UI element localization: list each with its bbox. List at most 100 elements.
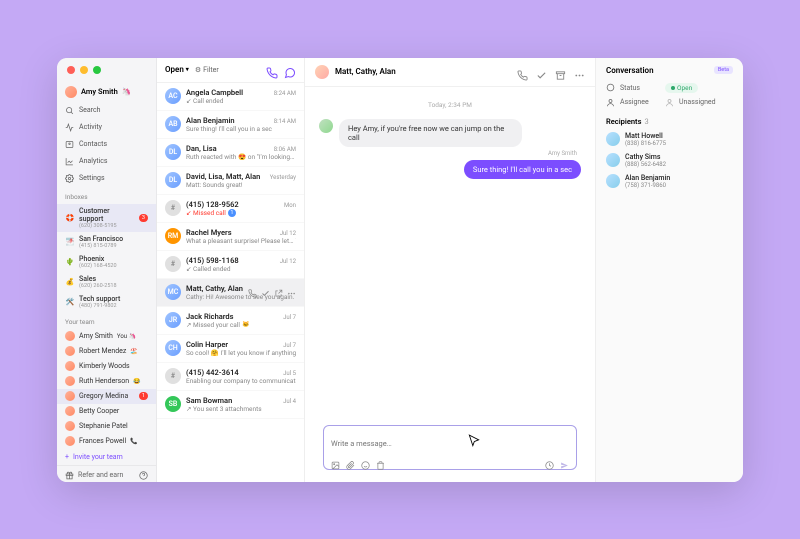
inbox-sub: (620) 260-2518: [79, 283, 148, 289]
inbox-name: Tech support: [79, 295, 148, 303]
recipient-name: Matt Howell: [625, 132, 666, 140]
conversation-item[interactable]: # (415) 128-9562 Mon ↙ Missed call 1: [157, 195, 304, 223]
inbox-icon: 🌵: [65, 257, 75, 267]
nav-contacts[interactable]: Contacts: [57, 136, 156, 153]
conv-name: Angela Campbell: [186, 88, 243, 97]
team-member[interactable]: Stephanie Patel: [57, 419, 156, 434]
conv-avatar: SB: [165, 396, 181, 412]
inbox-item[interactable]: 🛠️ Tech support (480) 791-9802: [57, 292, 156, 312]
recipient-item[interactable]: Matt Howell (838) 816-6775: [606, 132, 733, 147]
team-status: 📞: [130, 438, 137, 445]
team-name: Betty Cooper: [79, 407, 119, 415]
send-icon[interactable]: [560, 455, 569, 464]
refer-earn[interactable]: Refer and earn: [65, 471, 123, 480]
refer-label: Refer and earn: [78, 471, 123, 479]
nav-activity[interactable]: Activity: [57, 119, 156, 136]
conv-time: Jul 7: [283, 342, 296, 349]
recipient-name: Cathy Sims: [625, 153, 666, 161]
avatar: [65, 86, 77, 98]
conversation-item[interactable]: SB Sam Bowman Jul 4 ↗ You sent 3 attachm…: [157, 391, 304, 419]
conv-avatar: MC: [165, 284, 181, 300]
filter-button[interactable]: ⚙ Filter: [195, 66, 219, 74]
conversation-item[interactable]: JR Jack Richards Jul 7 ↗ Missed your cal…: [157, 307, 304, 335]
image-icon[interactable]: [331, 455, 340, 464]
nav-settings[interactable]: Settings: [57, 170, 156, 187]
status-label: Status: [620, 84, 660, 92]
avatar: [65, 376, 75, 386]
assignee-value[interactable]: Unassigned: [679, 98, 716, 106]
share-icon[interactable]: [274, 283, 283, 292]
mark-done-icon[interactable]: [536, 66, 547, 77]
inbox-item[interactable]: 💰 Sales (620) 260-2518: [57, 272, 156, 292]
status-pill[interactable]: Open: [665, 83, 698, 93]
conversation-item[interactable]: AC Angela Campbell 8:24 AM ↙ Call ended: [157, 83, 304, 111]
window-traffic-lights[interactable]: [67, 66, 101, 74]
invite-team[interactable]: + Invite your team: [57, 449, 156, 465]
conv-time: Jul 4: [283, 398, 296, 405]
unread-badge: 3: [139, 214, 148, 222]
check-icon[interactable]: [261, 283, 270, 292]
chat-title: Matt, Cathy, Alan: [335, 67, 396, 76]
team-member[interactable]: Frances Powell 📞: [57, 434, 156, 449]
conv-name: Matt, Cathy, Alan: [186, 284, 243, 293]
list-header: Open ▾ ⚙ Filter: [157, 58, 304, 83]
inbox-item[interactable]: 🌵 Phoenix (602) 168-4520: [57, 252, 156, 272]
settings-icon: [65, 174, 74, 183]
nav-label: Contacts: [79, 140, 107, 148]
composer[interactable]: [323, 425, 577, 470]
new-message-icon[interactable]: [284, 64, 296, 76]
team-name: Robert Mendez: [79, 347, 126, 355]
conversation-item[interactable]: # (415) 442-3614 Jul 5 Enabling our comp…: [157, 363, 304, 391]
team-name: Gregory Medina: [79, 392, 128, 400]
conv-time: Jul 7: [283, 314, 296, 321]
nav-analytics[interactable]: Analytics: [57, 153, 156, 170]
conversation-item[interactable]: MC Matt, Cathy, Alan Cathy: Hi! Awesome …: [157, 279, 304, 307]
conv-avatar: #: [165, 200, 181, 216]
more-icon[interactable]: [287, 283, 296, 292]
close-dot[interactable]: [67, 66, 75, 74]
conversation-item[interactable]: # (415) 598-1168 Jul 12 ↙ Called ended: [157, 251, 304, 279]
inboxes-header: Inboxes: [57, 187, 156, 204]
team-member[interactable]: Gregory Medina 1: [57, 389, 156, 404]
help-icon[interactable]: [139, 471, 148, 480]
inbox-item[interactable]: 🛟 Customer support (620) 308-5195 3: [57, 204, 156, 232]
conversation-item[interactable]: DL David, Lisa, Matt, Alan Yesterday Mat…: [157, 167, 304, 195]
bubble-in: Hey Amy, if you're free now we can jump …: [339, 119, 522, 147]
call-icon[interactable]: [248, 283, 257, 292]
schedule-icon[interactable]: [545, 455, 554, 464]
nav-search[interactable]: Search: [57, 102, 156, 119]
composer-input[interactable]: [331, 439, 569, 448]
inbox-item[interactable]: 🌁 San Francisco (415) 815-0789: [57, 232, 156, 252]
more-icon[interactable]: [574, 66, 585, 77]
team-member[interactable]: Amy Smith You 🦄: [57, 329, 156, 344]
archive-icon[interactable]: [555, 66, 566, 77]
conv-preview: Ruth reacted with 😍 on "I'm looking… 🤓 🔵: [186, 153, 296, 161]
team-member[interactable]: Ruth Henderson 😂: [57, 374, 156, 389]
delete-icon[interactable]: [376, 455, 385, 464]
new-call-icon[interactable]: [266, 64, 278, 76]
details-panel: Conversation Beta Status Open Assignee U…: [595, 58, 743, 482]
conv-time: Mon: [284, 202, 296, 209]
emoji-icon[interactable]: [361, 455, 370, 464]
attach-icon[interactable]: [346, 455, 355, 464]
minimize-dot[interactable]: [80, 66, 88, 74]
conv-preview: So cool! 🤗 I'll let you know if anything…: [186, 349, 296, 357]
conversation-item[interactable]: DL Dan, Lisa 8:06 AM Ruth reacted with 😍…: [157, 139, 304, 167]
open-dropdown[interactable]: Open ▾: [165, 65, 189, 74]
recipient-item[interactable]: Cathy Sims (888) 562-6482: [606, 153, 733, 168]
recipient-item[interactable]: Alan Benjamin (758) 371-9860: [606, 174, 733, 189]
msg-author: Amy Smith: [319, 150, 581, 157]
inbox-name: Phoenix: [79, 255, 148, 263]
team-member[interactable]: Robert Mendez 🏖️: [57, 344, 156, 359]
call-icon[interactable]: [517, 66, 528, 77]
conversation-item[interactable]: RM Rachel Myers Jul 12 What a pleasant s…: [157, 223, 304, 251]
conversation-item[interactable]: CH Colin Harper Jul 7 So cool! 🤗 I'll le…: [157, 335, 304, 363]
team-member[interactable]: Kimberly Woods: [57, 359, 156, 374]
team-member[interactable]: Betty Cooper: [57, 404, 156, 419]
conversation-item[interactable]: AB Alan Benjamin 8:14 AM Sure thing! I'l…: [157, 111, 304, 139]
maximize-dot[interactable]: [93, 66, 101, 74]
conv-avatar: AC: [165, 88, 181, 104]
profile-header[interactable]: Amy Smith 🦄: [57, 82, 156, 102]
inbox-sub: (602) 168-4520: [79, 263, 148, 269]
profile-name: Amy Smith: [81, 87, 118, 96]
